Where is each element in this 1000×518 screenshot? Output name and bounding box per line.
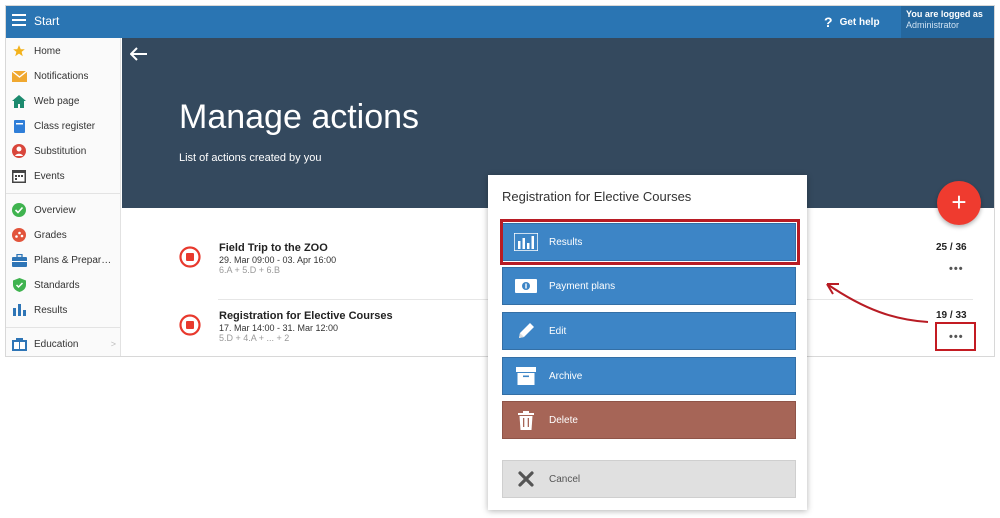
cancel-button[interactable]: Cancel bbox=[502, 460, 796, 498]
sidebar-divider bbox=[6, 193, 121, 194]
hamburger-menu-icon[interactable] bbox=[12, 14, 26, 26]
star-icon bbox=[11, 44, 27, 58]
person-badge-icon bbox=[11, 144, 27, 158]
edit-label: Edit bbox=[549, 325, 567, 337]
envelope-icon bbox=[11, 69, 27, 83]
sidebar-item-substitution[interactable]: Substitution bbox=[6, 139, 121, 163]
add-action-button[interactable]: + bbox=[937, 181, 981, 225]
check-circle-icon bbox=[11, 203, 27, 217]
get-help-label: Get help bbox=[839, 16, 880, 28]
action-title[interactable]: Registration for Elective Courses bbox=[219, 310, 393, 322]
education-icon bbox=[11, 337, 27, 351]
sidebar-item-home[interactable]: Home bbox=[6, 39, 121, 63]
sidebar-item-label: Results bbox=[34, 304, 68, 316]
action-title[interactable]: Field Trip to the ZOO bbox=[219, 242, 328, 254]
highlight-box bbox=[935, 322, 976, 351]
stop-circle-icon bbox=[179, 246, 201, 268]
sidebar-item-label: Grades bbox=[34, 229, 67, 241]
annotation-arrow-icon bbox=[826, 283, 929, 323]
cancel-label: Cancel bbox=[549, 473, 581, 485]
briefcase-icon bbox=[11, 253, 27, 267]
shield-check-icon bbox=[11, 278, 27, 292]
sidebar-item-label: Events bbox=[34, 170, 65, 182]
highlight-box bbox=[500, 219, 800, 265]
app-title[interactable]: Start bbox=[34, 14, 59, 28]
chevron-right-icon: > bbox=[110, 339, 116, 349]
sidebar-item-standards[interactable]: Standards bbox=[6, 273, 121, 297]
user-account-box[interactable]: You are logged as Administrator bbox=[901, 6, 994, 38]
action-date: 17. Mar 14:00 - 31. Mar 12:00 bbox=[219, 323, 339, 333]
sidebar-item-label: Substitution bbox=[34, 145, 87, 157]
sidebar-item-grades[interactable]: Grades bbox=[6, 223, 121, 247]
payment-plans-label: Payment plans bbox=[549, 280, 616, 292]
sidebar-item-class-register[interactable]: Class register bbox=[6, 114, 121, 138]
sidebar-item-overview[interactable]: Overview bbox=[6, 198, 121, 222]
sidebar-item-label: Home bbox=[34, 45, 61, 57]
sidebar-item-label: Education bbox=[34, 338, 79, 350]
sidebar-item-results[interactable]: Results bbox=[6, 298, 121, 322]
more-options-button[interactable]: ••• bbox=[949, 263, 964, 275]
delete-button[interactable]: Delete bbox=[502, 401, 796, 439]
user-name: Administrator bbox=[906, 20, 960, 30]
archive-button[interactable]: Archive bbox=[502, 357, 796, 395]
action-count: 25 / 36 bbox=[936, 242, 967, 253]
pencil-icon bbox=[513, 320, 539, 342]
trash-icon bbox=[513, 409, 539, 431]
logged-as-label: You are logged as bbox=[906, 9, 983, 19]
archive-box-icon bbox=[513, 365, 539, 387]
grades-icon bbox=[11, 228, 27, 242]
sidebar-item-education[interactable]: Education > bbox=[6, 332, 121, 356]
action-groups: 6.A + 5.D + 6.B bbox=[219, 265, 281, 275]
sidebar-item-web-page[interactable]: Web page bbox=[6, 89, 121, 113]
action-groups: 5.D + 4.A + ... + 2 bbox=[219, 333, 290, 343]
get-help-button[interactable]: ? Get help bbox=[824, 12, 880, 32]
sidebar-divider bbox=[6, 327, 121, 328]
edit-button[interactable]: Edit bbox=[502, 312, 796, 350]
money-bill-icon bbox=[513, 275, 539, 297]
sidebar-item-plans-preparations[interactable]: Plans & Preparations bbox=[6, 248, 121, 272]
page-title: Manage actions bbox=[179, 98, 420, 136]
page-subtitle: List of actions created by you bbox=[179, 152, 322, 164]
question-mark-icon: ? bbox=[824, 14, 833, 30]
sidebar-item-label: Notifications bbox=[34, 70, 89, 82]
sidebar-item-events[interactable]: Events bbox=[6, 164, 121, 188]
calendar-icon bbox=[11, 169, 27, 183]
sidebar-item-label: Overview bbox=[34, 204, 76, 216]
sidebar-item-label: Plans & Preparations bbox=[34, 254, 112, 266]
book-icon bbox=[11, 119, 27, 133]
dialog-title: Registration for Elective Courses bbox=[502, 189, 692, 204]
bar-chart-icon bbox=[11, 303, 27, 317]
top-bar: Start ? Get help You are logged as Admin… bbox=[6, 6, 994, 38]
close-icon bbox=[513, 468, 539, 490]
sidebar-item-label: Standards bbox=[34, 279, 80, 291]
sidebar-item-label: Class register bbox=[34, 120, 96, 132]
back-arrow-icon[interactable] bbox=[130, 47, 148, 61]
action-date: 29. Mar 09:00 - 03. Apr 16:00 bbox=[219, 255, 337, 265]
sidebar-item-label: Web page bbox=[34, 95, 80, 107]
sidebar-item-notifications[interactable]: Notifications bbox=[6, 64, 121, 88]
delete-label: Delete bbox=[549, 414, 578, 426]
sidebar: Home Notifications Web page Class regist… bbox=[6, 38, 121, 356]
archive-label: Archive bbox=[549, 370, 583, 382]
action-count: 19 / 33 bbox=[936, 310, 967, 321]
house-icon bbox=[11, 94, 27, 108]
stop-circle-icon bbox=[179, 314, 201, 336]
payment-plans-button[interactable]: Payment plans bbox=[502, 267, 796, 305]
